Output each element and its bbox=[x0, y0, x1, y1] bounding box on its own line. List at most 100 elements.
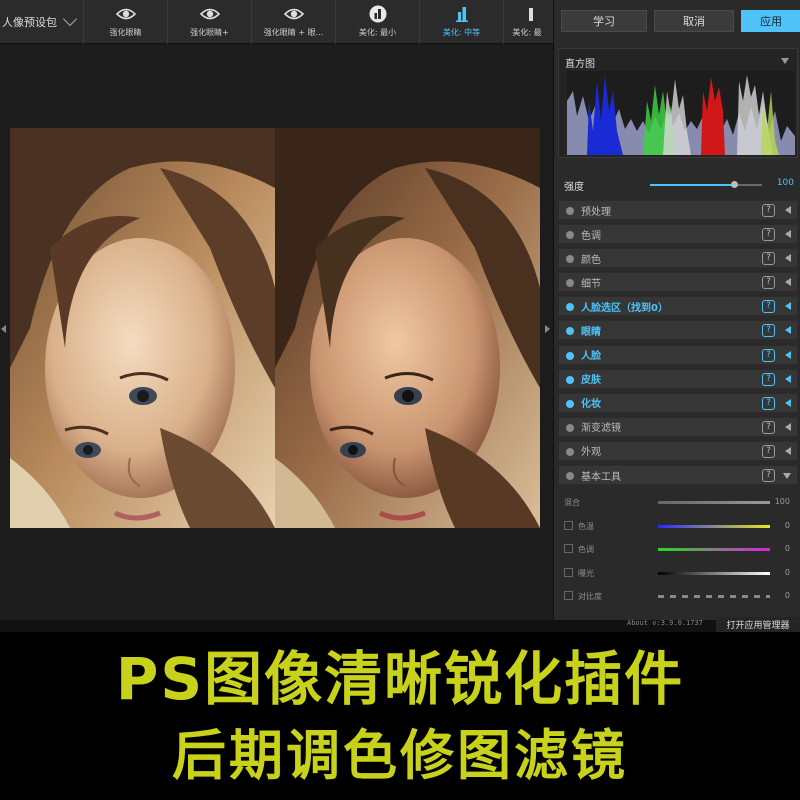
histogram-graph bbox=[567, 71, 795, 155]
toggle-dot[interactable] bbox=[566, 399, 574, 408]
toggle-dot[interactable] bbox=[566, 207, 574, 215]
toggle-dot[interactable] bbox=[566, 472, 574, 481]
help-icon[interactable]: ? bbox=[762, 324, 775, 338]
toggle-dot[interactable] bbox=[566, 279, 574, 288]
tool-enhance-eyes-plus[interactable]: 强化眼睛+ bbox=[168, 0, 252, 44]
triangle-down-icon[interactable] bbox=[781, 58, 789, 64]
basic-row-blend: 混合 100 bbox=[560, 492, 796, 516]
section-label: 眼睛 bbox=[581, 326, 601, 338]
toggle-dot[interactable] bbox=[566, 327, 574, 336]
triangle-left-icon[interactable] bbox=[785, 422, 791, 431]
strength-handle[interactable] bbox=[731, 181, 738, 188]
blend-slider[interactable] bbox=[658, 501, 770, 504]
section-skin[interactable]: 皮肤? bbox=[558, 368, 798, 389]
tool-beauty-medium[interactable]: 美化: 中等 bbox=[420, 0, 504, 44]
tool-enhance-eyes-more[interactable]: 强化眼睛 + 眼... bbox=[252, 0, 336, 44]
toggle-dot[interactable] bbox=[566, 447, 574, 456]
section-basic-tools[interactable]: 基本工具? bbox=[558, 465, 798, 486]
row-label: 混合 bbox=[564, 498, 580, 507]
strength-label: 强度 bbox=[564, 182, 584, 193]
section-preprocess[interactable]: 预处理? bbox=[558, 200, 798, 220]
section-label: 外观 bbox=[581, 447, 601, 459]
help-icon[interactable]: ? bbox=[762, 372, 775, 386]
contrast-slider[interactable] bbox=[658, 595, 770, 598]
help-icon[interactable]: ? bbox=[762, 228, 775, 242]
strength-track[interactable] bbox=[650, 181, 762, 188]
triangle-left-icon[interactable] bbox=[785, 230, 791, 239]
row-value: 100 bbox=[774, 497, 790, 506]
section-detail[interactable]: 细节? bbox=[558, 272, 798, 293]
triangle-left-icon[interactable] bbox=[785, 254, 791, 263]
triangle-down-icon[interactable] bbox=[783, 473, 791, 480]
section-label: 细节 bbox=[581, 278, 601, 290]
tool-enhance-eyes[interactable]: 强化眼睛 bbox=[84, 0, 168, 44]
row-value: 0 bbox=[784, 567, 790, 577]
tint-slider[interactable] bbox=[658, 548, 770, 551]
histogram: 直方图 bbox=[558, 48, 798, 158]
help-icon[interactable]: ? bbox=[762, 444, 775, 458]
tool-label: 强化眼睛+ bbox=[190, 28, 229, 37]
exposure-checkbox[interactable] bbox=[564, 567, 573, 577]
help-icon[interactable]: ? bbox=[762, 276, 775, 290]
beauty-icon bbox=[455, 7, 468, 22]
tool-beauty-min[interactable]: 美化: 最小 bbox=[336, 0, 420, 44]
open-app-manager-button[interactable]: 打开应用管理器 bbox=[716, 617, 800, 632]
help-icon[interactable]: ? bbox=[762, 204, 775, 217]
triangle-left-icon[interactable] bbox=[785, 350, 791, 359]
cancel-button[interactable]: 取消 bbox=[654, 10, 734, 32]
section-face[interactable]: 人脸? bbox=[558, 344, 798, 365]
help-icon[interactable]: ? bbox=[762, 252, 775, 266]
row-label: 色温 bbox=[578, 521, 594, 531]
chevron-down-icon bbox=[62, 11, 78, 27]
tint-checkbox[interactable] bbox=[564, 544, 573, 553]
beauty-icon bbox=[369, 5, 386, 23]
section-face-selection[interactable]: 人脸选区（找到0）? bbox=[558, 296, 798, 317]
triangle-left-icon[interactable] bbox=[785, 278, 791, 287]
toggle-dot[interactable] bbox=[566, 423, 574, 432]
section-color[interactable]: 颜色? bbox=[558, 248, 798, 269]
apply-button[interactable]: 应用 bbox=[741, 10, 800, 32]
row-label: 对比度 bbox=[578, 592, 602, 601]
chevron-right-icon[interactable] bbox=[545, 325, 550, 333]
exposure-slider[interactable] bbox=[658, 571, 770, 575]
toggle-dot[interactable] bbox=[566, 351, 574, 360]
preset-dropdown[interactable]: 人像预设包 bbox=[0, 0, 84, 44]
learn-button[interactable]: 学习 bbox=[561, 10, 647, 32]
strength-slider[interactable]: 强度 100 bbox=[564, 178, 794, 193]
section-label: 化妆 bbox=[581, 399, 601, 411]
triangle-left-icon[interactable] bbox=[785, 374, 791, 383]
image-viewer[interactable] bbox=[0, 45, 553, 620]
toggle-dot[interactable] bbox=[566, 375, 574, 384]
temperature-slider[interactable] bbox=[658, 524, 770, 528]
toggle-dot[interactable] bbox=[566, 231, 574, 240]
section-makeup[interactable]: 化妆? bbox=[558, 392, 798, 413]
toggle-dot[interactable] bbox=[566, 303, 574, 312]
help-icon[interactable]: ? bbox=[762, 348, 775, 362]
strength-value: 100 bbox=[776, 178, 794, 188]
strength-fill bbox=[650, 184, 734, 186]
section-label: 色调 bbox=[581, 230, 601, 242]
tool-beauty-max[interactable]: 美化: 最 bbox=[504, 0, 550, 44]
triangle-left-icon[interactable] bbox=[785, 206, 791, 214]
triangle-left-icon[interactable] bbox=[785, 446, 791, 455]
triangle-left-icon[interactable] bbox=[785, 398, 791, 407]
triangle-left-icon[interactable] bbox=[785, 302, 791, 311]
triangle-left-icon[interactable] bbox=[785, 326, 791, 335]
help-icon[interactable]: ? bbox=[762, 396, 775, 410]
banner-subheadline: 后期调色修图滤镜 bbox=[172, 724, 628, 787]
section-appearance[interactable]: 外观? bbox=[558, 440, 798, 461]
section-label: 基本工具 bbox=[581, 471, 621, 483]
section-eyes[interactable]: 眼睛? bbox=[558, 320, 798, 341]
help-icon[interactable]: ? bbox=[762, 300, 775, 314]
chevron-left-icon[interactable] bbox=[1, 325, 6, 333]
section-label: 人脸选区（找到0） bbox=[581, 302, 668, 314]
toggle-dot[interactable] bbox=[566, 255, 574, 264]
temperature-checkbox[interactable] bbox=[564, 520, 573, 530]
help-icon[interactable]: ? bbox=[762, 469, 775, 483]
row-value: 0 bbox=[784, 544, 790, 553]
section-list: 预处理? 色调? 颜色? 细节? 人脸选区（找到0）? 眼睛? 人脸? 皮肤? … bbox=[558, 200, 798, 489]
contrast-checkbox[interactable] bbox=[564, 591, 573, 600]
section-gradient-filter[interactable]: 渐变滤镜? bbox=[558, 416, 798, 437]
section-tone[interactable]: 色调? bbox=[558, 224, 798, 245]
help-icon[interactable]: ? bbox=[762, 420, 775, 434]
